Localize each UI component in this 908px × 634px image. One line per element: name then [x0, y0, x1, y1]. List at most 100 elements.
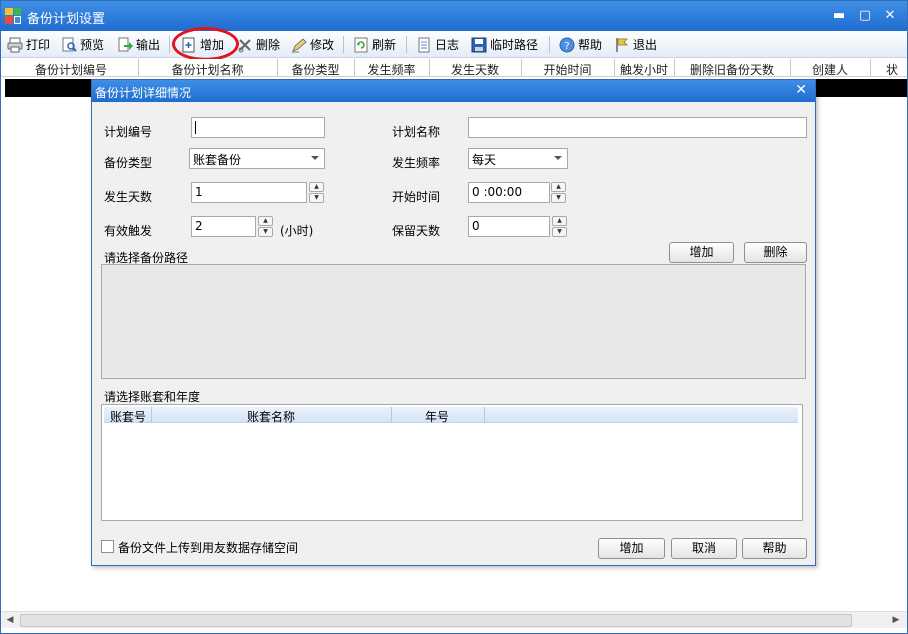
chevron-up-icon[interactable]: ▲	[551, 182, 566, 192]
col-plan-name[interactable]: 备份计划名称	[139, 61, 276, 76]
plan-name-input[interactable]	[468, 117, 807, 138]
delete-button[interactable]: 删除	[235, 34, 282, 55]
plan-no-input[interactable]	[191, 117, 325, 138]
col-creator[interactable]: 创建人	[791, 61, 869, 76]
add-button[interactable]: 增加	[179, 34, 226, 55]
chevron-down-icon[interactable]: ▼	[309, 193, 324, 203]
days-stepper[interactable]: ▲ ▼	[309, 182, 324, 203]
close-button[interactable]: ✕	[880, 6, 900, 26]
chevron-up-icon[interactable]: ▲	[258, 216, 273, 226]
start-time-stepper[interactable]: ▲ ▼	[551, 182, 566, 203]
frequency-label: 发生频率	[392, 156, 441, 170]
backup-path-list[interactable]	[101, 264, 806, 379]
trigger-unit: (小时)	[280, 224, 314, 238]
col-backup-type[interactable]: 备份类型	[278, 61, 353, 76]
col-trigger[interactable]: 触发小时	[615, 61, 673, 76]
trigger-label: 有效触发	[104, 224, 153, 238]
path-delete-button[interactable]: 删除	[744, 242, 807, 263]
maximize-button[interactable]: ▢	[855, 6, 875, 26]
keep-days-input[interactable]: 0	[468, 216, 550, 237]
preview-icon	[61, 37, 77, 53]
chevron-up-icon[interactable]: ▲	[309, 182, 324, 192]
horizontal-scrollbar[interactable]: ◀ ▶	[1, 611, 907, 628]
upload-checkbox[interactable]	[101, 540, 114, 553]
temp-path-button[interactable]: 临时路径	[469, 34, 540, 55]
export-icon	[117, 37, 133, 53]
col-plan-no[interactable]: 备份计划编号	[5, 61, 137, 76]
chevron-down-icon[interactable]: ▼	[552, 227, 567, 237]
col-frequency[interactable]: 发生频率	[355, 61, 428, 76]
help-button[interactable]: ? 帮助	[557, 34, 604, 55]
account-section-label: 请选择账套和年度	[104, 390, 201, 404]
grid-header: 备份计划编号 备份计划名称 备份类型 发生频率 发生天数 开始时间 触发小时 删…	[1, 59, 907, 77]
main-window: 备份计划设置 ▬ ▢ ✕ 打印 预览 输出 增加 删除 修改 刷新 日志 临时路…	[0, 0, 908, 634]
dialog-close-icon[interactable]: ✕	[795, 82, 807, 98]
exit-icon	[614, 37, 630, 53]
refresh-button[interactable]: 刷新	[351, 34, 398, 55]
chevron-down-icon	[311, 156, 319, 160]
text-caret	[195, 121, 196, 134]
backup-type-value: 账套备份	[193, 153, 242, 167]
dialog-help-button[interactable]: 帮助	[742, 538, 807, 559]
minimize-button[interactable]: ▬	[829, 6, 849, 26]
col-status[interactable]: 状	[886, 61, 906, 76]
trigger-input[interactable]: 2	[191, 216, 256, 237]
log-icon	[416, 37, 432, 53]
help-icon: ?	[559, 37, 575, 53]
col-start-time[interactable]: 开始时间	[522, 61, 613, 76]
log-button[interactable]: 日志	[414, 34, 461, 55]
chevron-up-icon[interactable]: ▲	[552, 216, 567, 226]
window-titlebar: 备份计划设置 ▬ ▢ ✕	[1, 1, 907, 31]
print-button[interactable]: 打印	[5, 34, 52, 55]
scroll-thumb[interactable]	[20, 614, 852, 627]
keep-days-stepper[interactable]: ▲ ▼	[552, 216, 567, 237]
exit-button[interactable]: 退出	[612, 34, 659, 55]
help-label: 帮助	[578, 38, 603, 52]
edit-button[interactable]: 修改	[289, 34, 336, 55]
col-account-name[interactable]: 账套名称	[152, 408, 390, 425]
account-table-header: 账套号 账套名称 年号	[104, 407, 798, 425]
scroll-left-icon[interactable]: ◀	[2, 613, 18, 628]
col-divider	[484, 407, 485, 423]
edit-label: 修改	[310, 38, 335, 52]
print-label: 打印	[26, 38, 51, 52]
trigger-stepper[interactable]: ▲ ▼	[258, 216, 273, 237]
col-account-no[interactable]: 账套号	[106, 408, 150, 425]
chevron-down-icon[interactable]: ▼	[258, 227, 273, 237]
save-icon	[471, 37, 487, 53]
dialog-cancel-button[interactable]: 取消	[671, 538, 737, 559]
path-add-button[interactable]: 增加	[669, 242, 734, 263]
add-label: 增加	[200, 38, 225, 52]
scroll-right-icon[interactable]: ▶	[888, 613, 904, 628]
toolbar-separator	[549, 36, 550, 53]
toolbar-separator	[343, 36, 344, 53]
dialog-add-button[interactable]: 增加	[598, 538, 665, 559]
export-label: 输出	[136, 38, 161, 52]
backup-type-select[interactable]: 账套备份	[189, 148, 325, 169]
backup-type-label: 备份类型	[104, 156, 153, 170]
start-time-input[interactable]: 0 :00:00	[468, 182, 550, 203]
preview-button[interactable]: 预览	[59, 34, 106, 55]
refresh-icon	[353, 37, 369, 53]
delete-label: 删除	[256, 38, 281, 52]
app-icon	[5, 8, 21, 24]
preview-label: 预览	[80, 38, 105, 52]
start-time-label: 开始时间	[392, 190, 441, 204]
toolbar-separator	[169, 36, 170, 53]
frequency-value: 每天	[472, 153, 497, 167]
window-title: 备份计划设置	[27, 12, 106, 27]
frequency-select[interactable]: 每天	[468, 148, 568, 169]
chevron-down-icon[interactable]: ▼	[551, 193, 566, 203]
col-days[interactable]: 发生天数	[430, 61, 520, 76]
col-year[interactable]: 年号	[392, 408, 482, 425]
days-input[interactable]: 1	[191, 182, 307, 203]
col-keep-days[interactable]: 删除旧备份天数	[675, 61, 789, 76]
backup-plan-dialog: 备份计划详细情况 ✕ 计划编号 计划名称 备份类型 账套备份 发生频率 每天 发…	[91, 79, 816, 566]
edit-icon	[291, 37, 307, 53]
upload-checkbox-label[interactable]: 备份文件上传到用友数据存储空间	[118, 539, 298, 556]
export-button[interactable]: 输出	[115, 34, 162, 55]
refresh-label: 刷新	[372, 38, 397, 52]
account-table[interactable]: 账套号 账套名称 年号	[101, 404, 803, 521]
col-divider	[870, 59, 871, 76]
days-label: 发生天数	[104, 190, 153, 204]
